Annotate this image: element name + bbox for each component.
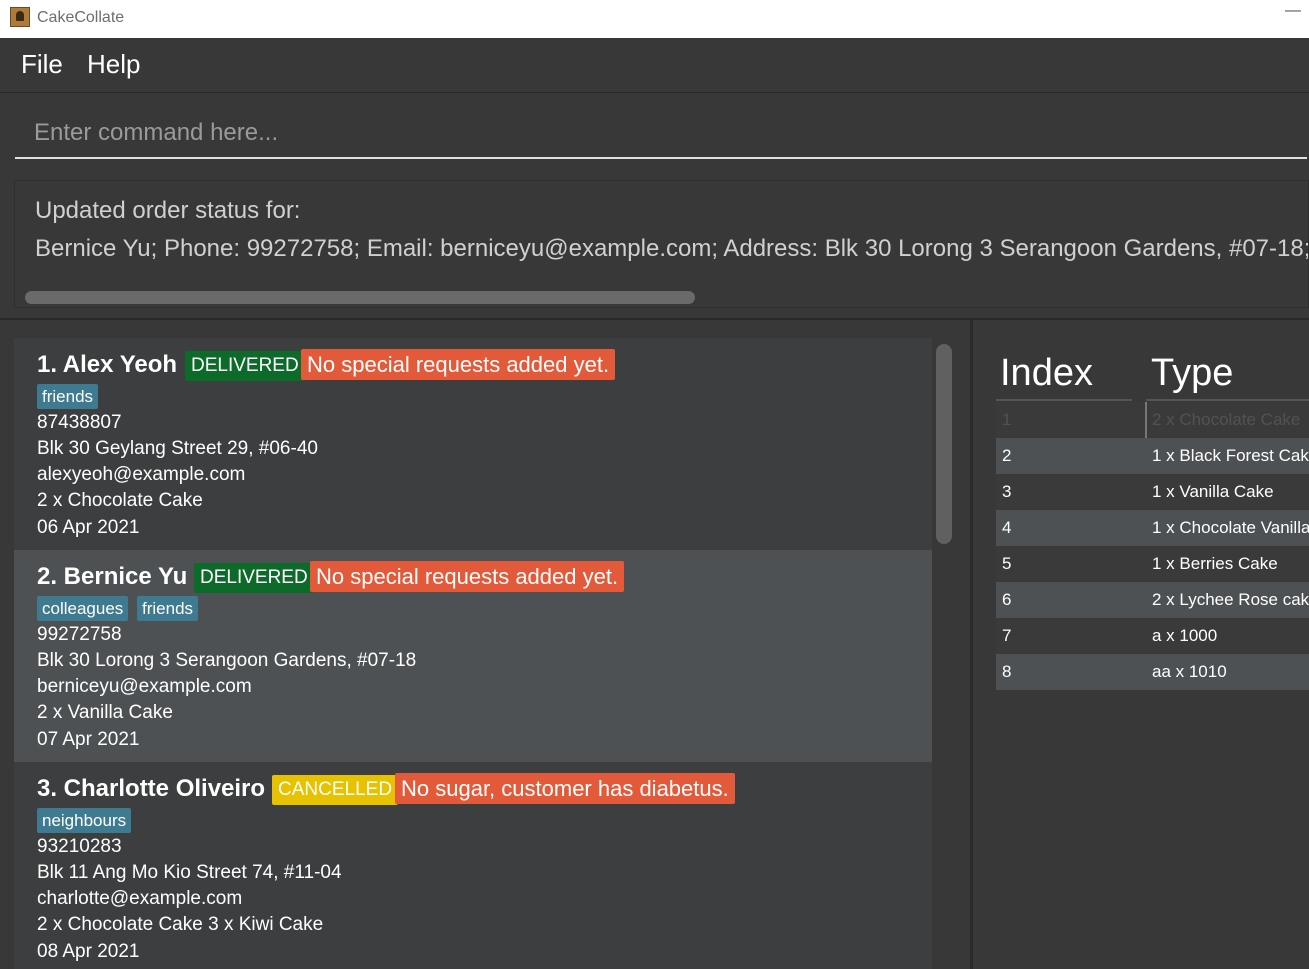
table-row[interactable]: 1 2 x Chocolate Cake	[996, 402, 1309, 438]
order-card[interactable]: 1. Alex Yeoh DELIVERED No special reques…	[14, 338, 932, 550]
request-badge: No special requests added yet.	[301, 349, 616, 380]
app-icon	[10, 7, 30, 27]
table-row[interactable]: 2 1 x Black Forest Cake	[996, 438, 1309, 474]
order-phone: 99272758	[37, 624, 122, 645]
window-title: CakeCollate	[37, 9, 125, 26]
order-items: 2 x Chocolate Cake 3 x Kiwi Cake	[37, 914, 324, 935]
row-index: 3	[1002, 482, 1012, 501]
tag-label: neighbours	[37, 808, 132, 833]
row-index: 6	[1002, 590, 1012, 609]
title-bar: CakeCollate —	[0, 0, 1309, 38]
order-address: Blk 30 Lorong 3 Serangoon Gardens, #07-1…	[37, 650, 417, 671]
menu-help[interactable]: Help	[87, 49, 140, 80]
tag-label: friends	[137, 596, 199, 621]
order-list-scrollbar[interactable]	[936, 344, 952, 544]
header-underline	[996, 399, 1132, 401]
table-row[interactable]: 3 1 x Vanilla Cake	[996, 474, 1309, 510]
order-title: 1. Alex Yeoh	[37, 351, 178, 378]
order-title: 3. Charlotte Oliveiro	[37, 775, 266, 802]
table-row[interactable]: 4 1 x Chocolate Vanilla Cake	[996, 510, 1309, 546]
command-input[interactable]: Enter command here...	[15, 93, 1307, 159]
row-index: 2	[1002, 446, 1012, 465]
request-badge: No special requests added yet.	[310, 561, 625, 592]
row-index: 7	[1002, 626, 1012, 645]
menu-bar: File Help	[0, 39, 1309, 93]
status-badge: DELIVERED	[185, 351, 305, 381]
order-title: 2. Bernice Yu	[37, 563, 188, 590]
result-display: Updated order status for: Bernice Yu; Ph…	[14, 180, 1309, 308]
order-items: 2 x Chocolate Cake	[37, 490, 203, 511]
row-type: 1 x Berries Cake	[1152, 554, 1278, 573]
panel-divider	[0, 318, 1309, 320]
row-type: a x 1000	[1152, 626, 1218, 645]
order-email: alexyeoh@example.com	[37, 464, 246, 485]
column-header-type[interactable]: Type	[1151, 352, 1233, 395]
row-type: 1 x Chocolate Vanilla Cake	[1152, 518, 1309, 537]
request-badge: No sugar, customer has diabetus.	[395, 773, 735, 804]
row-index: 8	[1002, 662, 1012, 681]
order-items: 2 x Vanilla Cake	[37, 702, 173, 723]
result-heading: Updated order status for:	[35, 197, 301, 224]
order-address: Blk 30 Geylang Street 29, #06-40	[37, 438, 318, 459]
order-date: 07 Apr 2021	[37, 729, 140, 750]
order-card[interactable]: 2. Bernice Yu DELIVERED No special reque…	[14, 550, 932, 762]
row-index: 4	[1002, 518, 1012, 537]
order-phone: 93210283	[37, 836, 122, 857]
row-type: 1 x Black Forest Cake	[1152, 446, 1309, 465]
column-header-index[interactable]: Index	[1000, 352, 1093, 395]
table-row[interactable]: 6 2 x Lychee Rose cake	[996, 582, 1309, 618]
result-detail: Bernice Yu; Phone: 99272758; Email: bern…	[35, 235, 1309, 262]
column-separator	[1145, 402, 1147, 438]
order-email: charlotte@example.com	[37, 888, 243, 909]
order-list[interactable]: 1. Alex Yeoh DELIVERED No special reques…	[14, 338, 932, 969]
table-row[interactable]: 5 1 x Berries Cake	[996, 546, 1309, 582]
row-type: 1 x Vanilla Cake	[1152, 482, 1274, 501]
order-card[interactable]: 3. Charlotte Oliveiro CANCELLED No sugar…	[14, 762, 932, 969]
order-phone: 87438807	[37, 412, 122, 433]
status-badge: DELIVERED	[194, 563, 314, 593]
tag-label: friends	[37, 384, 99, 409]
split-divider[interactable]	[970, 320, 973, 969]
table-row[interactable]: 8 aa x 1010	[996, 654, 1309, 690]
status-badge: CANCELLED	[272, 775, 399, 805]
row-index: 5	[1002, 554, 1012, 573]
minimize-icon[interactable]: —	[1285, 2, 1301, 20]
menu-file[interactable]: File	[21, 49, 63, 80]
row-type: aa x 1010	[1152, 662, 1227, 681]
order-email: berniceyu@example.com	[37, 676, 252, 697]
row-index: 1	[1002, 410, 1012, 429]
cake-type-table[interactable]: Index Type 1 2 x Chocolate Cake 2 1 x Bl…	[996, 338, 1309, 969]
row-type: 2 x Chocolate Cake	[1152, 410, 1301, 429]
result-horizontal-scrollbar[interactable]	[25, 291, 695, 304]
order-date: 06 Apr 2021	[37, 517, 140, 538]
tag-label: colleagues	[37, 596, 129, 621]
order-date: 08 Apr 2021	[37, 941, 140, 962]
order-address: Blk 11 Ang Mo Kio Street 74, #11-04	[37, 862, 342, 883]
table-row[interactable]: 7 a x 1000	[996, 618, 1309, 654]
row-type: 2 x Lychee Rose cake	[1152, 590, 1309, 609]
header-underline	[1146, 399, 1309, 401]
command-box: Enter command here...	[0, 93, 1309, 171]
